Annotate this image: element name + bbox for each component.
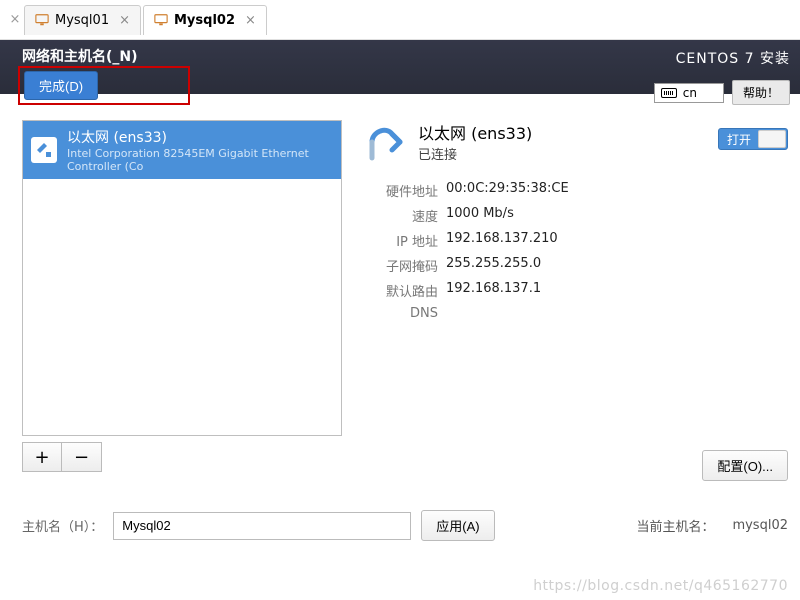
done-button[interactable]: 完成(D) bbox=[24, 71, 98, 100]
hardware-address-value: 00:0C:29:35:38:CE bbox=[446, 181, 569, 200]
current-hostname-label: 当前主机名： bbox=[636, 516, 714, 535]
network-device-list[interactable]: 以太网 (ens33) Intel Corporation 82545EM Gi… bbox=[22, 120, 342, 436]
tab-label: Mysql02 bbox=[174, 13, 235, 28]
tab-close-icon[interactable]: × bbox=[245, 13, 256, 28]
header-bar: 网络和主机名(_N) 完成(D) CENTOS 7 安装 cn 帮助！ bbox=[0, 40, 800, 94]
ip-address-value: 192.168.137.210 bbox=[446, 231, 558, 250]
ethernet-large-icon bbox=[366, 120, 408, 162]
connection-status: 已连接 bbox=[418, 144, 532, 163]
configure-button[interactable]: 配置(O)... bbox=[702, 450, 788, 481]
tab-mysql01[interactable]: Mysql01 × bbox=[24, 5, 141, 35]
monitor-icon bbox=[35, 13, 49, 27]
current-hostname-value: mysql02 bbox=[732, 518, 788, 533]
connection-toggle[interactable]: 打开 bbox=[718, 128, 788, 150]
prop-label: 子网掩码 bbox=[366, 256, 438, 275]
connection-title: 以太网 (ens33) bbox=[418, 120, 532, 144]
help-button[interactable]: 帮助！ bbox=[732, 80, 790, 105]
done-highlight-box: 完成(D) bbox=[18, 66, 190, 105]
toggle-on-label: 打开 bbox=[719, 131, 751, 148]
tab-mysql02[interactable]: Mysql02 × bbox=[143, 5, 267, 35]
keyboard-layout-indicator[interactable]: cn bbox=[654, 83, 724, 103]
hostname-input[interactable] bbox=[113, 512, 411, 540]
close-icon[interactable]: × bbox=[6, 12, 24, 27]
device-title: 以太网 (ens33) bbox=[67, 127, 333, 147]
apply-hostname-button[interactable]: 应用(A) bbox=[421, 510, 494, 541]
ethernet-icon bbox=[31, 137, 57, 163]
toggle-knob bbox=[758, 130, 786, 148]
gateway-value: 192.168.137.1 bbox=[446, 281, 541, 300]
connection-properties: 硬件地址 00:0C:29:35:38:CE 速度 1000 Mb/s IP 地址 1… bbox=[366, 181, 788, 321]
prop-label: 默认路由 bbox=[366, 281, 438, 300]
prop-label: DNS bbox=[366, 306, 438, 321]
tab-close-icon[interactable]: × bbox=[119, 13, 130, 28]
prop-label: IP 地址 bbox=[366, 231, 438, 250]
remove-device-button[interactable]: − bbox=[62, 442, 102, 472]
tab-label: Mysql01 bbox=[55, 13, 109, 28]
network-device-item[interactable]: 以太网 (ens33) Intel Corporation 82545EM Gi… bbox=[23, 121, 341, 179]
page-title: 网络和主机名(_N) bbox=[22, 46, 138, 66]
prop-label: 硬件地址 bbox=[366, 181, 438, 200]
installer-title: CENTOS 7 安装 bbox=[654, 48, 790, 68]
speed-value: 1000 Mb/s bbox=[446, 206, 514, 225]
monitor-icon bbox=[154, 13, 168, 27]
hostname-label: 主机名（H）： bbox=[22, 516, 103, 535]
subnet-mask-value: 255.255.255.0 bbox=[446, 256, 541, 275]
device-subtitle: Intel Corporation 82545EM Gigabit Ethern… bbox=[67, 147, 333, 173]
keyboard-icon bbox=[661, 88, 677, 98]
watermark-text: https://blog.csdn.net/q465162770 bbox=[533, 578, 788, 594]
add-device-button[interactable]: + bbox=[22, 442, 62, 472]
tab-bar: × Mysql01 × Mysql02 × bbox=[0, 0, 800, 40]
keyboard-layout-label: cn bbox=[683, 86, 697, 100]
prop-label: 速度 bbox=[366, 206, 438, 225]
